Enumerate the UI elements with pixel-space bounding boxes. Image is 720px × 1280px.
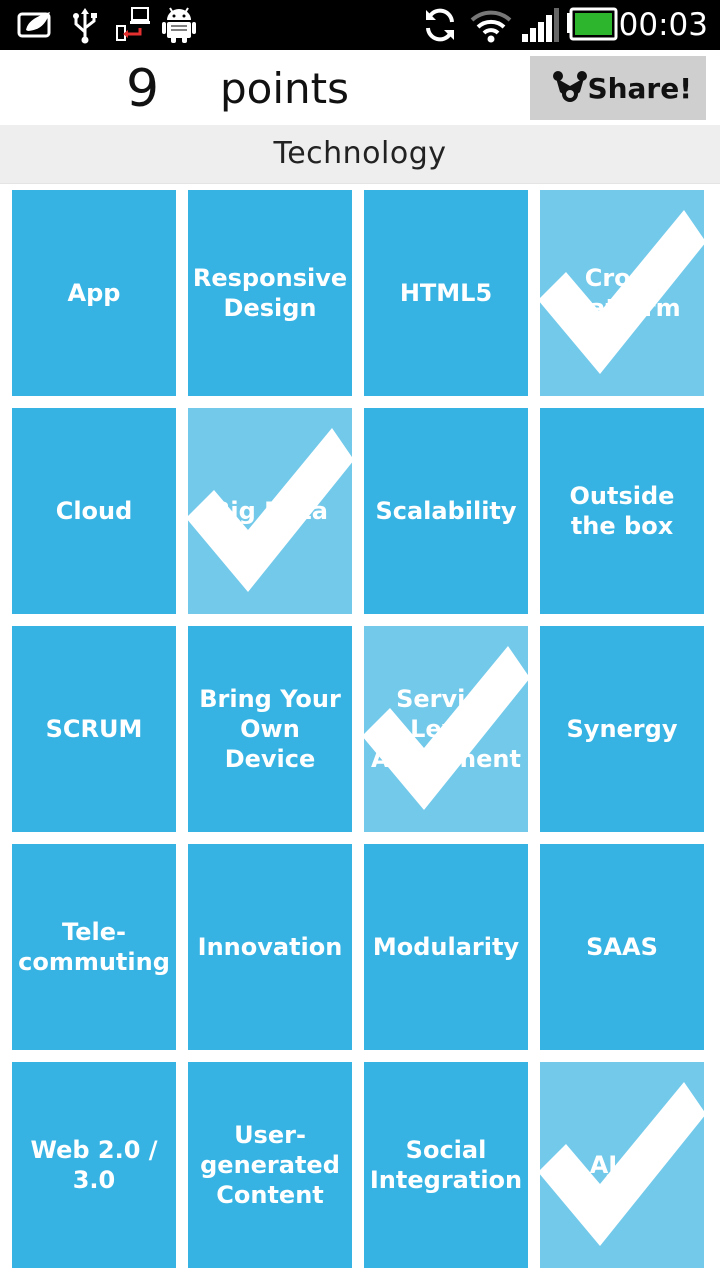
bingo-tile[interactable]: Synergy	[540, 626, 704, 832]
wifi-icon	[470, 10, 512, 43]
bingo-tile[interactable]: Responsive Design	[188, 190, 352, 396]
sync-icon	[426, 8, 454, 42]
bingo-tile[interactable]: Tele-commuting	[12, 844, 176, 1050]
bingo-tile[interactable]: App	[12, 190, 176, 396]
bingo-tile[interactable]: Scalability	[364, 408, 528, 614]
bingo-tile-label: AJAX	[589, 1151, 655, 1179]
usb-icon	[73, 8, 97, 44]
bingo-grid: App Responsive Design HTML5 Cross Platform C…	[0, 184, 720, 1280]
bingo-tile-label: SCRUM	[45, 715, 143, 743]
bingo-tile[interactable]: AJAX	[540, 1062, 704, 1268]
bingo-tile[interactable]: SAAS	[540, 844, 704, 1050]
battery-icon	[567, 7, 618, 41]
bingo-tile-label: Responsive Design	[192, 264, 348, 322]
bingo-tile[interactable]: Bring Your Own Device	[188, 626, 352, 832]
usb-debug-icon	[116, 7, 150, 41]
status-time: 00:03	[618, 7, 708, 43]
bingo-tile-label: Big Data	[212, 497, 328, 525]
bingo-tile[interactable]: Outside the box	[540, 408, 704, 614]
bingo-tile-label: Synergy	[566, 715, 678, 743]
bingo-tile-label: Cross Platform	[563, 264, 681, 322]
bingo-tile-label: Tele-commuting	[18, 918, 170, 976]
status-bar: 00:03	[0, 0, 720, 50]
bingo-tile[interactable]: User-generated Content	[188, 1062, 352, 1268]
bingo-tile-label: Bring Your Own Device	[199, 685, 341, 773]
bingo-tile-label: SAAS	[586, 933, 658, 961]
bingo-tile-label: Modularity	[372, 933, 520, 961]
bingo-tile[interactable]: SCRUM	[12, 626, 176, 832]
bingo-tile-label: Service Level Agreement	[371, 685, 521, 773]
bingo-tile-label: HTML5	[399, 279, 493, 307]
points-label: points	[220, 64, 349, 113]
share-button-label: Share!	[587, 71, 692, 105]
bingo-tile[interactable]: Innovation	[188, 844, 352, 1050]
bingo-tile-label: Outside the box	[569, 482, 675, 540]
score-header: 9 points Share!	[0, 50, 720, 125]
bingo-tile[interactable]: Big Data	[188, 408, 352, 614]
signal-icon	[522, 8, 559, 42]
bingo-tile[interactable]: Web 2.0 / 3.0	[12, 1062, 176, 1268]
bingo-tile-label: App	[67, 279, 121, 307]
bingo-tile-label: Social Integration	[369, 1136, 523, 1194]
android-icon	[162, 7, 196, 43]
bingo-tile[interactable]: Cloud	[12, 408, 176, 614]
leaf-notification-icon	[17, 12, 51, 38]
share-icon	[553, 71, 587, 102]
bingo-tile-label: User-generated Content	[200, 1121, 340, 1209]
bingo-tile[interactable]: HTML5	[364, 190, 528, 396]
bingo-tile[interactable]: Cross Platform	[540, 190, 704, 396]
bingo-tile[interactable]: Social Integration	[364, 1062, 528, 1268]
bingo-tile[interactable]: Service Level Agreement	[364, 626, 528, 832]
bingo-tile-label: Cloud	[55, 497, 133, 525]
bingo-tile-label: Innovation	[197, 933, 343, 961]
share-button[interactable]: Share!	[530, 56, 706, 120]
bingo-tile-label: Scalability	[375, 497, 517, 525]
category-title: Technology	[0, 125, 720, 184]
bingo-tile-label: Web 2.0 / 3.0	[30, 1136, 158, 1194]
bingo-tile[interactable]: Modularity	[364, 844, 528, 1050]
score-value: 9	[126, 59, 160, 119]
